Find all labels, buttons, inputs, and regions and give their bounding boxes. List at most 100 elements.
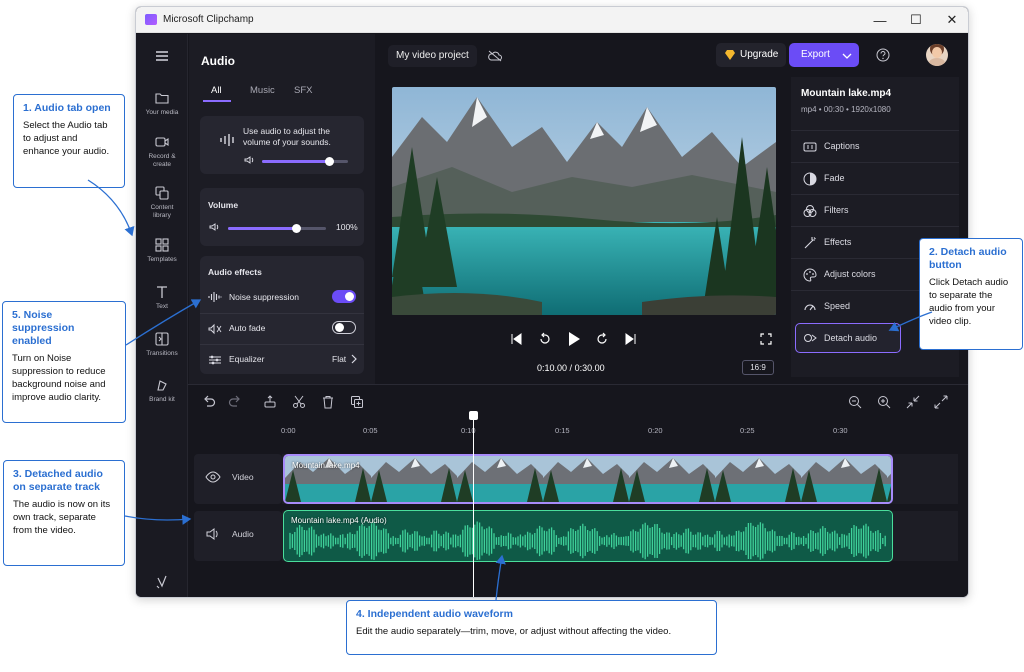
playhead[interactable] [469,411,478,597]
collapse-icon[interactable] [906,395,920,409]
help-icon[interactable] [876,48,890,62]
filters-icon [803,205,817,217]
toggle-knob [345,292,354,301]
volume-slider[interactable] [228,224,326,233]
video-preview[interactable] [392,87,776,315]
top-bar: My video project Upgrade Export [376,34,968,78]
callout-audio-tab: 1. Audio tab open Select the Audio tab t… [13,94,125,188]
callout-detach-audio: 2. Detach audio button Click Detach audi… [919,238,1023,350]
ruler-label: 0:25 [740,426,755,435]
rail-item-label: Transitions [146,350,178,357]
zoom-in-icon[interactable] [877,395,891,409]
tab-all[interactable]: All [211,85,222,96]
equalizer-row[interactable]: Equalizer Flat [200,344,364,374]
mountain-lake-frame [392,87,776,315]
volume-value: 100% [336,222,358,232]
title-bar: Microsoft Clipchamp — ☐ ✕ [136,7,968,33]
equalizer-value: Flat [332,354,347,364]
minimize-button[interactable]: — [862,7,898,33]
eye-icon[interactable] [205,471,221,483]
duplicate-icon[interactable] [350,395,364,409]
left-rail: Your media Record & create Content libra… [136,34,188,597]
rail-item-label: Your media [145,109,179,116]
cloud-off-icon[interactable] [488,50,502,62]
project-name-field[interactable]: My video project [388,45,477,67]
rail-item-label: Templates [147,256,177,263]
noise-suppression-row[interactable]: Noise suppression [200,282,364,312]
fade-icon [803,172,817,186]
fullscreen-icon[interactable] [760,333,772,345]
callout-detached-track: 3. Detached audio on separate track The … [3,460,125,566]
trash-icon[interactable] [321,395,335,409]
forward-5-icon[interactable] [595,332,609,346]
tab-music[interactable]: Music [250,85,275,96]
file-meta: mp4 • 00:30 • 1920x1080 [801,105,891,114]
rail-item-brand-kit[interactable]: Brand kit [136,377,188,404]
audio-clip[interactable]: Mountain lake.mp4 (Audio) [283,510,893,562]
redo-icon[interactable] [228,395,242,409]
prop-fade[interactable]: Fade [791,162,959,194]
audio-info-text: Use audio to adjust the volume of your s… [243,126,331,147]
callout-body: Select the Audio tab to adjust and enhan… [23,120,110,157]
rail-item-content-library[interactable]: Content library [136,185,188,220]
undo-icon[interactable] [202,395,216,409]
aspect-ratio-button[interactable]: 16:9 [742,360,774,375]
auto-fade-label: Auto fade [229,323,266,333]
prop-label: Speed [824,301,851,311]
info-slider-knob[interactable] [324,157,334,166]
rail-item-your-media[interactable]: Your media [136,90,188,117]
prop-captions[interactable]: Captions [791,130,959,162]
maximize-button[interactable]: ☐ [898,7,934,33]
rail-item-text[interactable]: Text [136,284,188,311]
ruler-label: 0:00 [281,426,296,435]
text-icon [157,286,167,298]
video-clip[interactable]: Mountain lake.mp4 [283,454,893,504]
play-icon[interactable] [567,331,581,347]
zoom-out-icon[interactable] [848,395,862,409]
speaker-icon[interactable] [205,528,221,540]
speed-icon [804,304,816,311]
feedback-icon [156,575,167,589]
prop-label: Effects [824,237,852,247]
auto-fade-toggle[interactable] [332,321,356,334]
scissors-icon[interactable] [292,395,306,409]
volume-label: Volume [208,200,239,210]
callout-body: Turn on Noise suppression to reduce back… [12,353,106,403]
volume-slider-knob[interactable] [292,224,302,233]
close-button[interactable]: ✕ [934,7,968,33]
audio-track-label: Audio [232,529,254,539]
auto-fade-row[interactable]: Auto fade [200,313,364,343]
chevron-right-icon [351,354,357,364]
detach-audio-button[interactable]: Detach audio [795,323,901,353]
brand-kit-icon [157,380,167,391]
active-tab-indicator [203,100,231,102]
prop-filters[interactable]: Filters [791,194,959,226]
chevron-down-icon[interactable] [842,52,852,60]
menu-button[interactable] [136,48,188,67]
info-slider[interactable] [262,157,348,166]
ruler-label: 0:30 [833,426,848,435]
adjust-colors-icon [803,268,817,282]
rail-item-transitions[interactable]: Transitions [136,331,188,358]
skip-forward-icon[interactable] [625,333,637,345]
tab-sfx[interactable]: SFX [294,85,312,96]
rail-item-record-create[interactable]: Record & create [136,134,188,169]
rewind-5-icon[interactable] [538,332,552,346]
ruler-label: 0:15 [555,426,570,435]
file-name: Mountain lake.mp4 [801,88,892,99]
audio-effects-heading: Audio effects [208,267,262,277]
feedback-button[interactable] [136,574,188,593]
callout-title: 2. Detach audio button [929,246,1007,271]
split-icon[interactable] [263,395,277,409]
expand-icon[interactable] [934,395,948,409]
toggle-knob [335,323,344,332]
audio-panel: Audio All Music SFX Use audio to adjust … [189,34,375,384]
noise-suppression-toggle[interactable] [332,290,356,303]
avatar[interactable] [926,44,948,66]
audio-info-card: Use audio to adjust the volume of your s… [200,116,364,174]
rail-item-templates[interactable]: Templates [136,237,188,264]
skip-back-icon[interactable] [510,333,522,345]
callout-body: Edit the audio separately—trim, move, or… [356,626,672,637]
total-time: 0:30.00 [574,363,605,373]
effects-icon [804,237,816,249]
